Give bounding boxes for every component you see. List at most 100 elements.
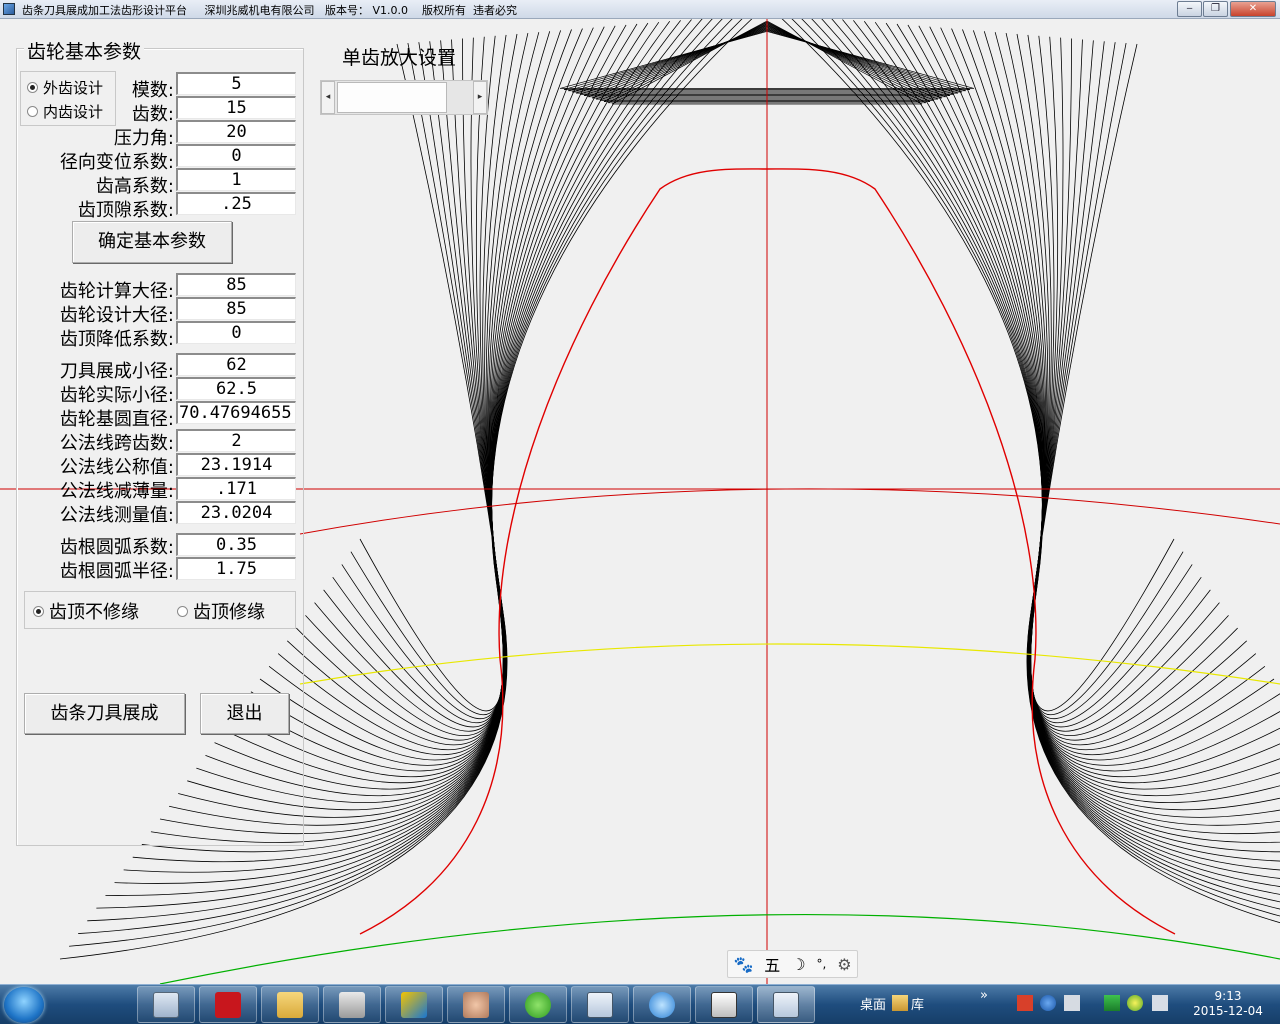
rack-sweep-line xyxy=(1026,43,1280,917)
base-circle-arc xyxy=(299,643,1280,685)
search-tool-icon[interactable] xyxy=(633,986,691,1023)
label-addendum-coef: 齿高系数: xyxy=(95,176,174,197)
label-span-nominal: 公法线公称值: xyxy=(59,457,174,478)
app-icon xyxy=(3,3,15,15)
toolbar-overflow-chevron-icon[interactable]: » xyxy=(980,988,988,1003)
scroll-left-arrow-icon[interactable]: ◂ xyxy=(321,81,335,114)
radio-tip-relief[interactable]: 齿顶修缘 xyxy=(177,598,265,624)
pdf-reader-icon[interactable] xyxy=(199,986,257,1023)
shield-icon[interactable] xyxy=(1104,995,1120,1011)
label-base-circle-dia: 齿轮基圆直径: xyxy=(59,409,174,430)
plus-icon[interactable] xyxy=(1127,995,1143,1011)
input-addendum-coef[interactable]: 1 xyxy=(176,168,296,191)
rack-sweep-line xyxy=(962,29,1280,796)
start-button[interactable] xyxy=(4,987,44,1023)
desktop-toolbar-label[interactable]: 桌面 xyxy=(860,994,886,1013)
input-base-circle-dia[interactable]: 70.47694655 xyxy=(176,401,296,424)
label-pressure-angle: 压力角: xyxy=(113,128,174,149)
radio-internal-gear[interactable]: 内齿设计 xyxy=(27,101,103,122)
label-teeth: 齿数: xyxy=(131,104,174,125)
rack-sweep-line xyxy=(1028,35,1280,853)
scroll-thumb[interactable] xyxy=(337,82,447,113)
label-modulus: 模数: xyxy=(131,80,174,101)
input-teeth[interactable]: 15 xyxy=(176,96,296,119)
input-span-measured[interactable]: 23.0204 xyxy=(176,501,296,524)
input-modulus[interactable]: 5 xyxy=(176,72,296,95)
input-root-fillet-coef[interactable]: 0.35 xyxy=(176,533,296,556)
rack-sweep-line xyxy=(791,19,1184,715)
root-circle-arc xyxy=(159,913,1280,984)
rack-sweep-line xyxy=(853,20,1238,741)
library-toolbar-label[interactable]: 库 xyxy=(911,994,924,1013)
panel-title: 齿轮基本参数 xyxy=(24,37,145,64)
scroll-right-arrow-icon[interactable]: ▸ xyxy=(473,81,487,114)
design-app-icon[interactable] xyxy=(385,986,443,1023)
confirm-parameters-button[interactable]: 确定基本参数 xyxy=(72,221,232,263)
rack-sweep-line xyxy=(296,20,681,741)
minimize-button[interactable]: ‒ xyxy=(1177,1,1202,17)
gear-icon[interactable]: ⚙ xyxy=(837,955,851,974)
radio-indicator[interactable] xyxy=(177,605,188,617)
calculator-icon[interactable] xyxy=(137,986,195,1023)
design-type-group: 外齿设计 内齿设计 xyxy=(20,71,116,126)
input-actual-root-dia[interactable]: 62.5 xyxy=(176,377,296,400)
volume-icon[interactable] xyxy=(1152,995,1168,1011)
label-clearance-coef: 齿顶隙系数: xyxy=(77,200,174,221)
input-calc-outer-dia[interactable]: 85 xyxy=(176,273,296,296)
rack-sweep-line xyxy=(821,19,1211,728)
exit-button[interactable]: 退出 xyxy=(200,693,289,734)
rack-sweep-line xyxy=(250,24,627,766)
file-explorer-icon[interactable] xyxy=(261,986,319,1023)
app-32-icon[interactable] xyxy=(323,986,381,1023)
radio-label: 齿顶修缘 xyxy=(193,602,265,623)
baby-photo-icon[interactable] xyxy=(447,986,505,1023)
close-button[interactable]: ✕ xyxy=(1230,1,1276,17)
input-pressure-angle[interactable]: 20 xyxy=(176,120,296,143)
input-span-thinning[interactable]: .171 xyxy=(176,477,296,500)
library-folder-icon[interactable] xyxy=(892,995,908,1011)
label-design-outer-dia: 齿轮设计大径: xyxy=(59,305,174,326)
label-actual-root-dia: 齿轮实际小径: xyxy=(59,385,174,406)
window-icon[interactable] xyxy=(571,986,629,1023)
generate-rack-tool-button[interactable]: 齿条刀具展成 xyxy=(24,693,185,734)
label-calc-outer-dia: 齿轮计算大径: xyxy=(59,281,174,302)
radio-no-tip-relief[interactable]: 齿顶不修缘 xyxy=(33,598,139,624)
radio-indicator[interactable] xyxy=(27,82,38,93)
help-icon[interactable] xyxy=(1040,995,1056,1011)
system-clock[interactable]: 9:13 2015-12-04 xyxy=(1188,989,1268,1019)
rack-sweep-line xyxy=(1005,32,1280,826)
input-root-fillet-radius[interactable]: 1.75 xyxy=(176,557,296,580)
taskbar: 桌面 库 » 9:13 2015-12-04 xyxy=(0,984,1280,1024)
input-design-outer-dia[interactable]: 85 xyxy=(176,297,296,320)
rack-sweep-line xyxy=(929,26,1280,778)
ime-mode-button[interactable]: 五 xyxy=(764,952,780,976)
radio-indicator[interactable] xyxy=(33,605,44,617)
input-span-teeth[interactable]: 2 xyxy=(176,429,296,452)
tray-app-icon[interactable] xyxy=(1017,995,1033,1011)
radio-indicator[interactable] xyxy=(27,106,38,117)
radio-label: 外齿设计 xyxy=(43,79,104,97)
rack-sweep-line xyxy=(885,22,1266,756)
input-radial-shift[interactable]: 0 xyxy=(176,144,296,167)
input-span-nominal[interactable]: 23.1914 xyxy=(176,453,296,476)
rack-sweep-line xyxy=(350,19,743,715)
input-tip-reduction[interactable]: 0 xyxy=(176,321,296,344)
network-icon[interactable] xyxy=(1064,995,1080,1011)
punctuation-icon[interactable]: °, xyxy=(816,957,826,971)
radio-external-gear[interactable]: 外齿设计 xyxy=(27,77,103,98)
rack-sweep-line xyxy=(1026,43,1280,924)
radio-label: 齿顶不修缘 xyxy=(49,602,139,623)
input-tool-root-dia[interactable]: 62 xyxy=(176,353,296,376)
refresh-app-icon[interactable] xyxy=(509,986,567,1023)
moon-icon[interactable]: ☽ xyxy=(791,955,805,974)
zoom-scrollbar[interactable]: ◂ ▸ xyxy=(320,80,488,115)
input-clearance-coef[interactable]: .25 xyxy=(176,192,296,215)
rack-sweep-line xyxy=(874,21,1257,751)
paint-palette-icon[interactable] xyxy=(76,986,134,1023)
ggg-app-icon[interactable] xyxy=(695,986,753,1023)
label-span-thinning: 公法线减薄量: xyxy=(59,481,174,502)
maximize-button[interactable]: ❐ xyxy=(1203,1,1228,17)
rack-sweep-line xyxy=(359,19,753,712)
active-window-icon[interactable] xyxy=(757,986,815,1023)
paw-icon[interactable]: 🐾 xyxy=(733,955,753,974)
